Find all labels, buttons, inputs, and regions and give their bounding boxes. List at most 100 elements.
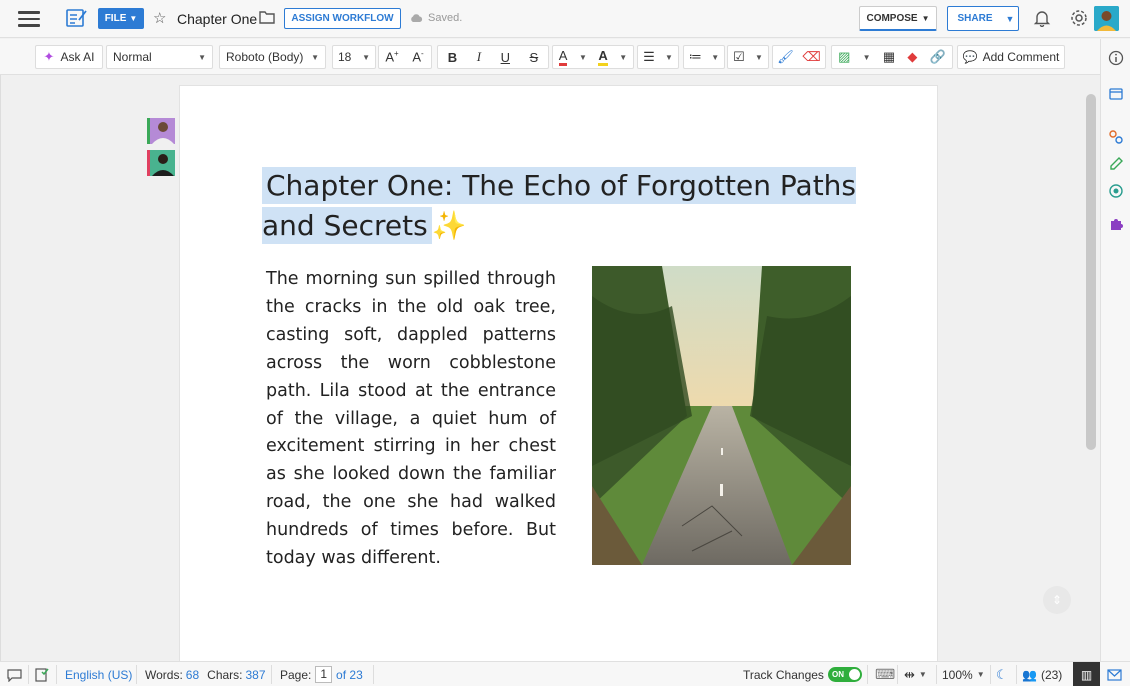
insert-group: ▨ ▼ ▦ ◆ 🔗 (831, 45, 953, 69)
user-avatar[interactable] (1094, 6, 1119, 31)
avatar-image (150, 118, 175, 144)
toggle-switch[interactable]: ON (828, 667, 862, 682)
track-changes-label: Track Changes (743, 667, 824, 682)
bell-icon[interactable] (1033, 9, 1051, 27)
panel-icon[interactable] (1108, 86, 1124, 102)
cloud-icon (411, 13, 423, 22)
font-family-select[interactable]: Roboto (Body) ▼ (219, 45, 326, 69)
chat-bubble-icon (7, 668, 22, 682)
chevron-down-icon[interactable]: ▼ (619, 53, 627, 62)
highlight-color-icon[interactable]: A (598, 48, 608, 66)
comment-icon: 💬 (962, 50, 978, 64)
font-size-select[interactable]: 18 ▼ (332, 45, 376, 69)
collaborator-avatar[interactable] (147, 118, 175, 144)
divider (867, 665, 868, 684)
bullet-list-icon[interactable]: ≔ (689, 49, 702, 65)
edit-icon[interactable] (1108, 156, 1124, 172)
keyboard-icon[interactable]: ⌨ (875, 662, 895, 686)
divider (28, 665, 29, 684)
chapter-heading[interactable]: Chapter One: The Echo of Forgotten Paths… (262, 166, 862, 246)
page-total[interactable]: of 23 (336, 668, 363, 682)
word-count[interactable]: Words: 68 Chars: 387 (145, 662, 266, 686)
chevron-down-icon: ▼ (921, 13, 930, 23)
doc-check-icon (35, 668, 49, 682)
divider (1016, 665, 1017, 684)
selected-heading-text[interactable]: Chapter One: The Echo of Forgotten Paths… (262, 167, 857, 244)
document-status-icon[interactable] (34, 662, 49, 686)
collaborators-button[interactable]: 👥 (23) (1022, 662, 1062, 686)
add-comment-label: Add Comment (982, 50, 1060, 64)
document-icon[interactable] (66, 8, 88, 28)
increase-font-icon[interactable]: A+ (379, 49, 405, 64)
document-title[interactable]: Chapter One (177, 11, 257, 27)
divider (373, 665, 374, 684)
chevron-down-icon[interactable]: ▼ (579, 53, 587, 62)
words-label: Words: (145, 667, 183, 682)
scroll-navigator-button[interactable]: ⇕ (1043, 586, 1071, 614)
road-illustration (592, 266, 851, 565)
page-number-input[interactable]: 1 (315, 666, 333, 683)
page-layout-button[interactable]: ⇹ ▼ (904, 662, 927, 686)
info-icon[interactable] (1108, 50, 1124, 66)
body-paragraph[interactable]: The morning sun spilled through the crac… (266, 266, 556, 573)
collaborator-avatar[interactable] (147, 150, 175, 176)
chevron-down-icon[interactable]: ▼ (863, 53, 871, 62)
compose-button[interactable]: COMPOSE ▼ (859, 6, 937, 31)
font-color-icon[interactable]: A (558, 48, 568, 66)
extensions-icon[interactable] (1108, 216, 1124, 232)
add-comment-button[interactable]: 💬 Add Comment (957, 45, 1065, 69)
file-menu-button[interactable]: FILE ▼ (98, 8, 144, 29)
share-button[interactable]: SHARE (947, 6, 1003, 31)
paint-format-icon[interactable]: 🖌 (777, 49, 794, 65)
road-image[interactable] (592, 266, 851, 565)
menu-icon[interactable] (18, 11, 40, 27)
checkbox-icon[interactable]: ☑ (733, 49, 745, 65)
align-left-icon[interactable]: ☰ (643, 49, 655, 65)
zoom-select[interactable]: 100% ▼ (942, 662, 985, 686)
track-changes-toggle[interactable]: ON (828, 662, 862, 686)
font-size-adjust-group: A+ A- (378, 45, 432, 69)
align-group[interactable]: ☰ ▼ (637, 45, 679, 69)
language-selector[interactable]: English (US) (65, 662, 132, 686)
bold-icon[interactable]: B (448, 50, 457, 65)
dark-mode-icon[interactable]: ☾ (996, 662, 1008, 686)
paragraph-style-select[interactable]: Normal ▼ (106, 45, 213, 69)
words-value: 68 (185, 667, 200, 682)
chevron-down-icon: ▼ (918, 670, 927, 679)
sparkle-icon: ✨ (431, 209, 467, 242)
chat-icon[interactable] (7, 662, 22, 686)
chevron-down-icon[interactable]: ▼ (711, 53, 719, 62)
table-icon[interactable]: ▦ (883, 49, 895, 65)
image-icon[interactable]: ▨ (838, 49, 850, 65)
chevron-down-icon[interactable]: ▼ (665, 53, 673, 62)
clear-format-icon[interactable]: ⌫ (802, 49, 820, 65)
ask-ai-button[interactable]: ✦ Ask AI (35, 45, 103, 69)
gear-icon[interactable] (1070, 9, 1088, 27)
chevron-down-icon[interactable]: ▼ (755, 53, 763, 62)
folder-icon[interactable] (259, 10, 275, 24)
read-mode-button[interactable]: ▥ (1073, 662, 1100, 686)
star-icon[interactable]: ☆ (153, 9, 166, 27)
users-icon: 👥 (1022, 667, 1037, 682)
mail-merge-icon[interactable] (1107, 662, 1122, 686)
strikethrough-icon[interactable]: S (530, 50, 539, 65)
vertical-scrollbar[interactable] (1086, 94, 1096, 450)
link-icon[interactable]: 🔗 (930, 49, 946, 65)
assign-workflow-button[interactable]: ASSIGN WORKFLOW (284, 8, 401, 29)
italic-icon[interactable]: I (477, 49, 481, 65)
top-bar: FILE ▼ ☆ Chapter One ASSIGN WORKFLOW Sav… (0, 0, 1130, 38)
avatar-image (150, 150, 175, 176)
divider (897, 665, 898, 684)
decrease-font-icon[interactable]: A- (405, 49, 431, 64)
ai-assistant-icon[interactable] (1108, 183, 1124, 199)
save-status: Saved. (410, 12, 462, 24)
sharing-icon[interactable] (1108, 129, 1124, 145)
shapes-icon[interactable]: ◆ (907, 49, 917, 65)
chars-value: 387 (245, 667, 266, 682)
list-group[interactable]: ≔ ▼ (683, 45, 725, 69)
share-dropdown-button[interactable]: ▼ (1002, 6, 1019, 31)
checklist-group[interactable]: ☑ ▼ (727, 45, 769, 69)
underline-icon[interactable]: U (501, 50, 510, 65)
divider (936, 665, 937, 684)
chars-label: Chars: (207, 667, 243, 682)
